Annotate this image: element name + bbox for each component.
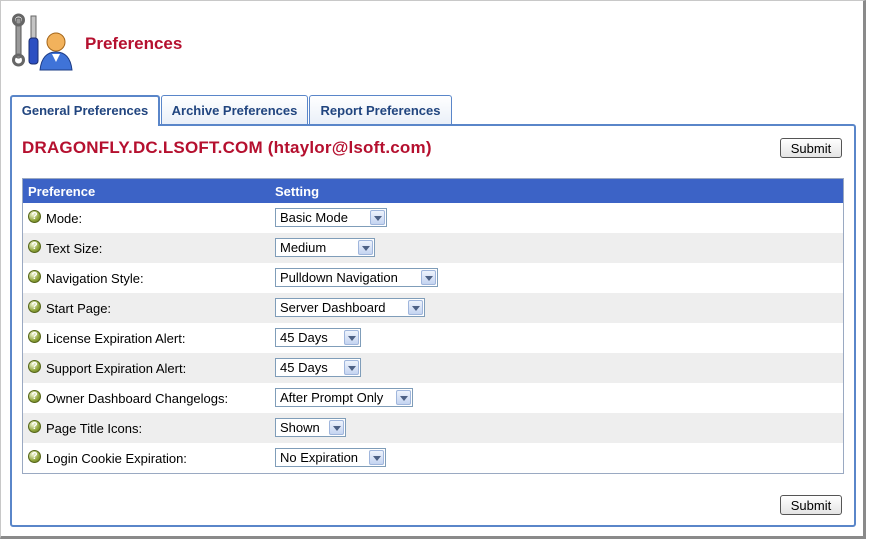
page-title-icons-select[interactable]: Shown <box>275 418 346 437</box>
select-value: Shown <box>280 420 320 435</box>
column-header-preference: Preference <box>28 184 96 199</box>
help-icon[interactable]: ? <box>28 240 41 253</box>
column-header-setting: Setting <box>275 184 320 199</box>
table-row: ? Navigation Style: Pulldown Navigation <box>23 263 843 293</box>
owner-dashboard-changelogs-select[interactable]: After Prompt Only <box>275 388 413 407</box>
chevron-down-icon[interactable] <box>344 360 359 375</box>
chevron-down-icon[interactable] <box>370 210 385 225</box>
tab-report-preferences[interactable]: Report Preferences <box>309 95 452 125</box>
table-header: Preference Setting <box>23 179 843 203</box>
select-value: Pulldown Navigation <box>280 270 398 285</box>
navigation-style-select[interactable]: Pulldown Navigation <box>275 268 438 287</box>
row-label: Mode: <box>46 211 83 226</box>
table-row: ? Page Title Icons: Shown <box>23 413 843 443</box>
row-label: License Expiration Alert: <box>46 331 186 346</box>
table-row: ? License Expiration Alert: 45 Days <box>23 323 843 353</box>
select-value: Basic Mode <box>280 210 348 225</box>
help-icon[interactable]: ? <box>28 390 41 403</box>
page-title: Preferences <box>85 34 183 53</box>
row-label: Start Page: <box>46 301 112 316</box>
tab-archive-preferences[interactable]: Archive Preferences <box>161 95 308 125</box>
table-row: ? Start Page: Server Dashboard <box>23 293 843 323</box>
submit-button-top[interactable]: Submit <box>780 138 842 158</box>
help-icon[interactable]: ? <box>28 300 41 313</box>
chevron-down-icon[interactable] <box>344 330 359 345</box>
table-row: ? Login Cookie Expiration: No Expiration <box>23 443 843 473</box>
chevron-down-icon[interactable] <box>358 240 373 255</box>
select-value: After Prompt Only <box>280 390 384 405</box>
support-expiration-alert-select[interactable]: 45 Days <box>275 358 361 377</box>
mode-select[interactable]: Basic Mode <box>275 208 387 227</box>
preferences-table: Preference Setting ? Mode: Basic Mode ? … <box>22 178 844 474</box>
server-title: DRAGONFLY.DC.LSOFT.COM (htaylor@lsoft.co… <box>22 138 432 157</box>
help-icon[interactable]: ? <box>28 360 41 373</box>
table-row: ? Mode: Basic Mode <box>23 203 843 233</box>
select-value: No Expiration <box>280 450 359 465</box>
start-page-select[interactable]: Server Dashboard <box>275 298 425 317</box>
help-icon[interactable]: ? <box>28 330 41 343</box>
help-icon[interactable]: ? <box>28 270 41 283</box>
chevron-down-icon[interactable] <box>421 270 436 285</box>
select-value: 45 Days <box>280 330 328 345</box>
tab-general-preferences[interactable]: General Preferences <box>10 95 160 126</box>
chevron-down-icon[interactable] <box>369 450 384 465</box>
row-label: Page Title Icons: <box>46 421 143 436</box>
row-label: Owner Dashboard Changelogs: <box>46 391 229 406</box>
row-label: Login Cookie Expiration: <box>46 451 187 466</box>
chevron-down-icon[interactable] <box>408 300 423 315</box>
license-expiration-alert-select[interactable]: 45 Days <box>275 328 361 347</box>
row-label: Support Expiration Alert: <box>46 361 187 376</box>
select-value: Medium <box>280 240 327 255</box>
tools-user-icon <box>12 12 74 72</box>
table-row: ? Text Size: Medium <box>23 233 843 263</box>
preferences-panel: DRAGONFLY.DC.LSOFT.COM (htaylor@lsoft.co… <box>10 124 856 527</box>
submit-button-bottom[interactable]: Submit <box>780 495 842 515</box>
row-label: Text Size: <box>46 241 103 256</box>
row-label: Navigation Style: <box>46 271 144 286</box>
chevron-down-icon[interactable] <box>396 390 411 405</box>
select-value: Server Dashboard <box>280 300 386 315</box>
table-row: ? Support Expiration Alert: 45 Days <box>23 353 843 383</box>
select-value: 45 Days <box>280 360 328 375</box>
table-row: ? Owner Dashboard Changelogs: After Prom… <box>23 383 843 413</box>
chevron-down-icon[interactable] <box>329 420 344 435</box>
help-icon[interactable]: ? <box>28 420 41 433</box>
help-icon[interactable]: ? <box>28 450 41 463</box>
help-icon[interactable]: ? <box>28 210 41 223</box>
text-size-select[interactable]: Medium <box>275 238 375 257</box>
login-cookie-expiration-select[interactable]: No Expiration <box>275 448 386 467</box>
